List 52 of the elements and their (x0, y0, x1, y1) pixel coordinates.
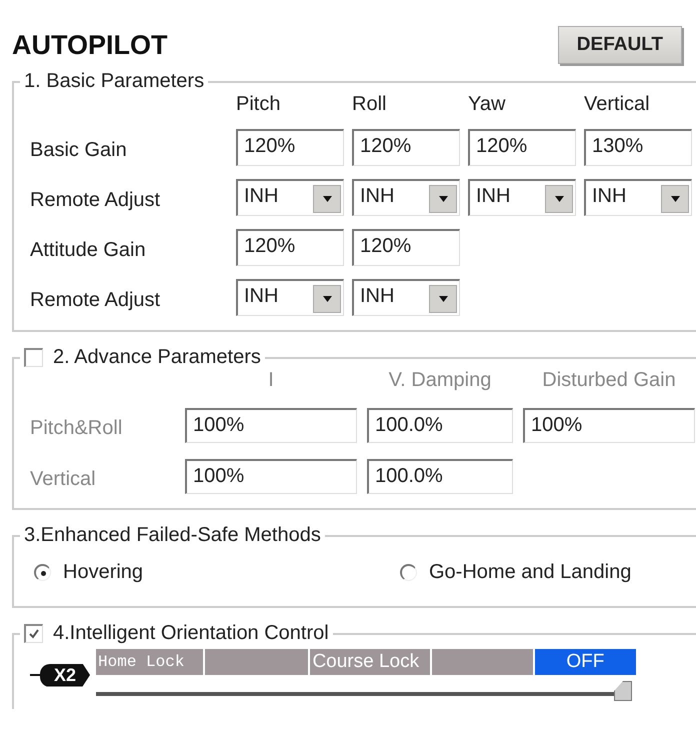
checkbox[interactable] (24, 348, 43, 367)
column-header: Roll (352, 93, 388, 116)
checkbox[interactable] (24, 624, 43, 643)
dropdown[interactable]: INH (584, 179, 692, 216)
page-title: AUTOPILOT (12, 30, 168, 60)
dropdown[interactable]: INH (236, 279, 344, 316)
row-label: Remote Adjust (30, 188, 162, 212)
radio-label: Go-Home and Landing (429, 561, 632, 584)
caret-icon (670, 196, 680, 202)
input-field[interactable]: 120% (352, 229, 460, 266)
caret-icon (554, 196, 564, 202)
caret-icon (322, 196, 332, 202)
column-header: I (267, 369, 275, 392)
section-title: 4.Intelligent Orientation Control (53, 622, 329, 645)
input-field[interactable]: 130% (584, 129, 692, 166)
input-field[interactable]: 100.0% (367, 408, 513, 443)
radio-label: Hovering (63, 561, 144, 584)
dropdown[interactable]: INH (236, 179, 344, 216)
section-title: 1. Basic Parameters (24, 70, 204, 93)
row-label: Remote Adjust (30, 288, 162, 312)
mode-segment[interactable]: OFF (534, 649, 636, 675)
column-header: Pitch (236, 93, 282, 116)
input-field[interactable]: 120% (352, 129, 460, 166)
caret-icon (438, 196, 448, 202)
radio-button[interactable] (400, 564, 417, 581)
default-button[interactable]: DEFAULT (558, 26, 682, 64)
checkmark-icon (28, 628, 40, 640)
input-field[interactable]: 100% (185, 459, 357, 494)
input-field[interactable]: 120% (468, 129, 576, 166)
dropdown[interactable]: INH (468, 179, 576, 216)
row-label: Vertical (30, 467, 97, 491)
column-header: V. Damping (388, 369, 492, 392)
slider-thumb[interactable] (614, 681, 632, 701)
dropdown[interactable]: INH (352, 179, 460, 216)
caret-icon (438, 296, 448, 302)
row-label: Basic Gain (30, 138, 128, 162)
input-field[interactable]: 120% (236, 229, 344, 266)
section-title: 3.Enhanced Failed-Safe Methods (24, 524, 321, 547)
column-header: Vertical (584, 93, 651, 116)
column-header: Disturbed Gain (541, 369, 677, 392)
row-label: Pitch&Roll (30, 416, 124, 440)
channel-tag: X2 (40, 664, 90, 686)
input-field[interactable]: 100.0% (367, 459, 513, 494)
dropdown[interactable]: INH (352, 279, 460, 316)
input-field[interactable]: 100% (185, 408, 357, 443)
caret-icon (322, 296, 332, 302)
column-header: Yaw (468, 93, 506, 116)
input-field[interactable]: 120% (236, 129, 344, 166)
row-label: Attitude Gain (30, 238, 147, 262)
section-title: 2. Advance Parameters (53, 346, 261, 369)
radio-button[interactable] (34, 564, 51, 581)
input-field[interactable]: 100% (523, 408, 695, 443)
